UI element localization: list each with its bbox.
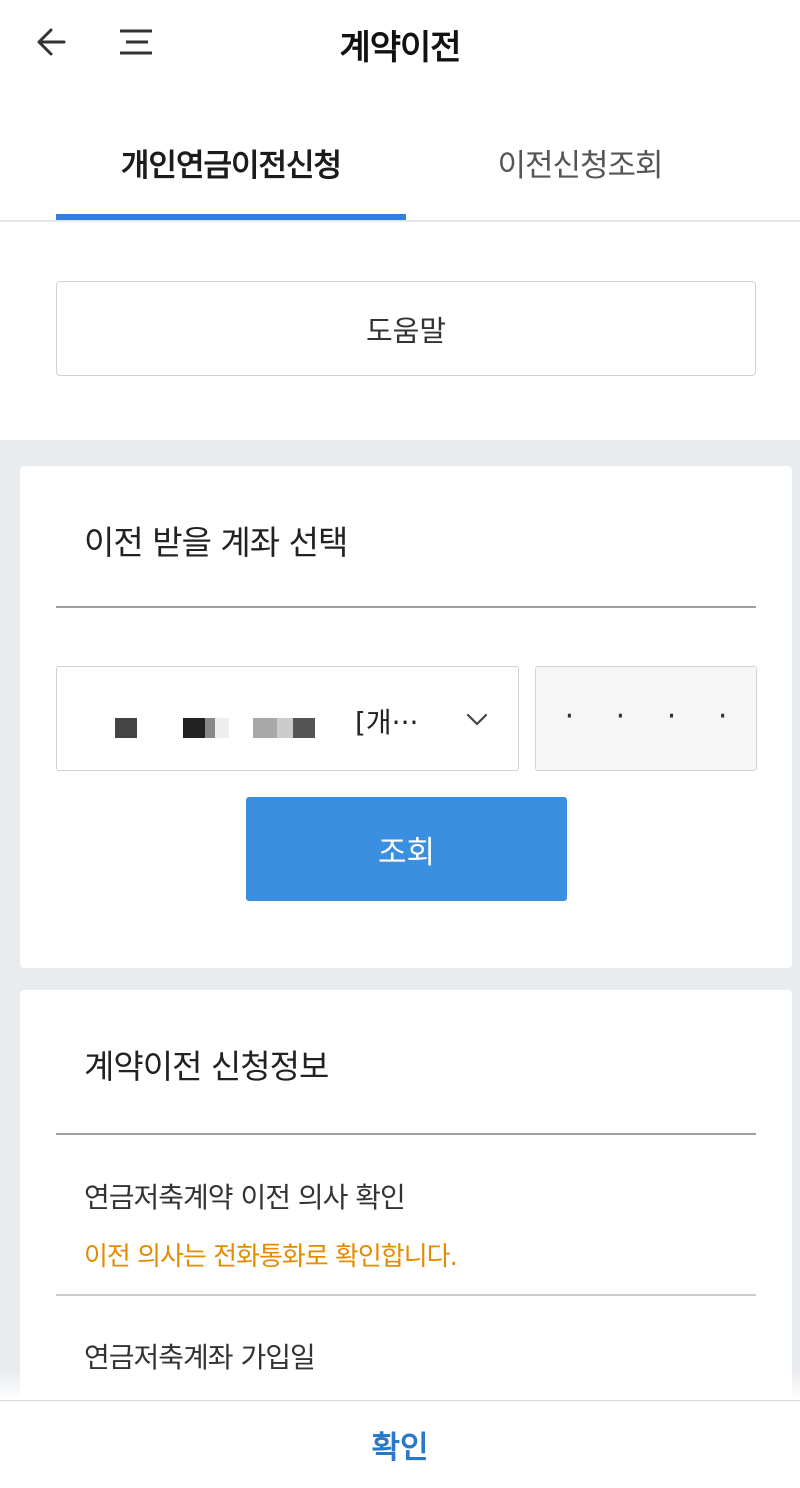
password-input[interactable]: · · · · <box>535 666 757 771</box>
account-select-value: [개··· <box>355 706 419 739</box>
account-select-card: 이전 받을 계좌 선택 [개··· · · · · 조회 <box>20 466 792 968</box>
chevron-down-icon <box>466 713 488 726</box>
tab-pension-transfer-request[interactable]: 개인연금이전신청 <box>56 140 406 185</box>
tab-bar: 개인연금이전신청 이전신청조회 <box>0 88 800 222</box>
section-divider <box>56 1133 756 1135</box>
active-tab-indicator <box>56 214 406 220</box>
tab-transfer-inquiry[interactable]: 이전신청조회 <box>420 140 740 185</box>
top-bar: 계약이전 <box>0 0 800 88</box>
transfer-intent-value: 이전 의사는 전화통화로 확인합니다. <box>84 1242 458 1272</box>
section-divider <box>56 606 756 608</box>
info-section-title: 계약이전 신청정보 <box>84 1047 329 1086</box>
row-divider <box>56 1294 756 1296</box>
account-section-title: 이전 받을 계좌 선택 <box>84 523 348 562</box>
scroll-fade <box>0 1370 800 1400</box>
confirm-button[interactable]: 확인 <box>371 1422 428 1467</box>
page-title: 계약이전 <box>339 28 461 68</box>
transfer-intent-label: 연금저축계약 이전 의사 확인 <box>84 1181 406 1214</box>
help-button[interactable]: 도움말 <box>56 281 756 376</box>
query-button[interactable]: 조회 <box>246 797 567 901</box>
masked-account-number <box>115 718 325 738</box>
account-select-dropdown[interactable]: [개··· <box>56 666 519 771</box>
bottom-action-bar: 확인 <box>0 1400 800 1488</box>
help-section: 도움말 <box>0 222 800 440</box>
